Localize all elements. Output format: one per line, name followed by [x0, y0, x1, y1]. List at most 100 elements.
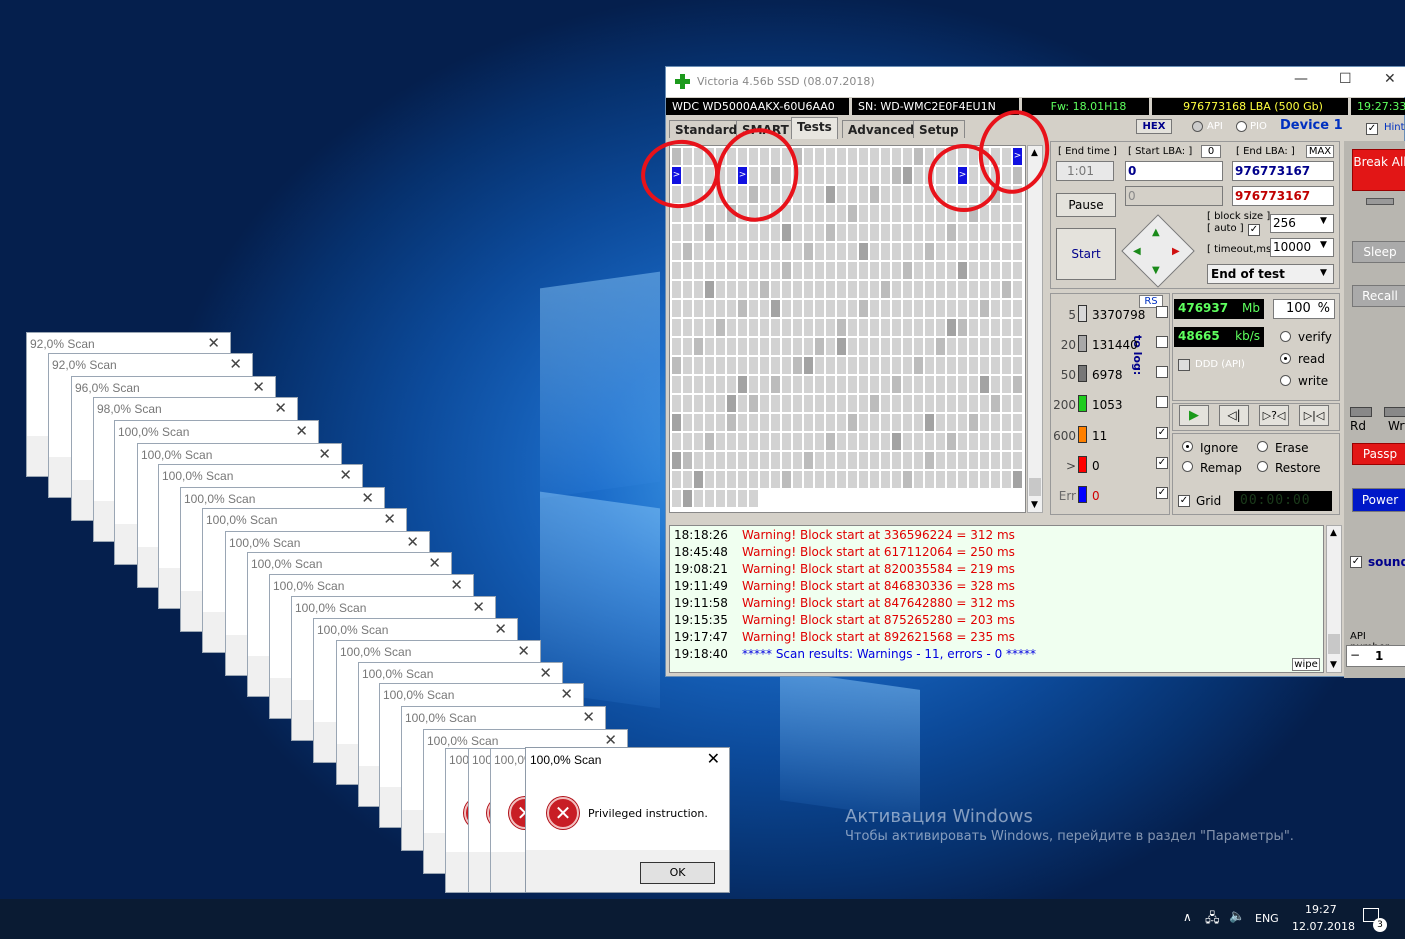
erase-radio[interactable] [1257, 441, 1268, 452]
tab-advanced[interactable]: Advanced [842, 120, 921, 138]
close-icon[interactable]: ✕ [428, 554, 441, 572]
scroll-thumb[interactable] [1029, 478, 1041, 496]
chevron-down-icon[interactable]: ▼ [1320, 216, 1327, 226]
stat-log-checkbox[interactable] [1156, 366, 1168, 378]
end-time-field[interactable]: 1:01 [1056, 161, 1114, 181]
close-icon[interactable]: ✕ [582, 708, 595, 726]
auto-checkbox[interactable]: ✓ [1248, 224, 1260, 236]
passp-button[interactable]: Passp [1352, 443, 1405, 465]
stat-log-checkbox[interactable] [1156, 396, 1168, 408]
tab-tests[interactable]: Tests [791, 117, 838, 139]
api-radio[interactable] [1192, 121, 1203, 132]
sleep-button[interactable]: Sleep [1352, 241, 1405, 263]
power-button[interactable]: Power [1352, 488, 1405, 512]
chevron-up-icon[interactable]: ∧ [1183, 910, 1192, 924]
end-button[interactable]: ▷|◁ [1299, 405, 1329, 426]
log-message: ***** Scan results: Warnings - 11, error… [742, 647, 1037, 661]
recall-button[interactable]: Recall [1352, 285, 1405, 307]
close-icon[interactable]: ✕ [707, 749, 720, 768]
wipe-button[interactable]: wipe [1292, 658, 1320, 671]
rewind-button[interactable]: ◁| [1219, 405, 1249, 426]
chevron-down-icon[interactable]: ▼ [1320, 240, 1327, 250]
verify-radio[interactable] [1280, 331, 1291, 342]
stat-log-checkbox[interactable]: ✓ [1156, 427, 1168, 439]
scan-window-title: 100,0% Scan [317, 623, 389, 637]
close-icon[interactable]: ✕ [295, 422, 308, 440]
end-action-select[interactable]: End of test [1207, 264, 1334, 284]
play-button[interactable]: ▶ [1179, 405, 1209, 426]
chevron-down-icon[interactable]: ▼ [1320, 268, 1327, 278]
minus-icon[interactable]: − [1350, 648, 1360, 662]
break-all-button[interactable]: Break All [1352, 149, 1405, 191]
surface-block [760, 319, 769, 336]
close-icon[interactable]: ✕ [494, 620, 507, 638]
restore-radio[interactable] [1257, 461, 1268, 472]
close-icon[interactable]: ✕ [450, 576, 463, 594]
stat-log-checkbox[interactable]: ✓ [1156, 457, 1168, 469]
arrow-down-icon[interactable]: ▼ [1152, 265, 1160, 276]
ddd-checkbox[interactable] [1178, 359, 1190, 371]
close-icon[interactable]: ✕ [252, 378, 265, 396]
write-radio[interactable] [1280, 375, 1291, 386]
arrow-left-icon[interactable]: ◀ [1133, 246, 1141, 257]
close-icon[interactable]: ✕ [318, 445, 331, 463]
ignore-radio[interactable] [1182, 441, 1193, 452]
clock-date[interactable]: 12.07.2018 [1292, 920, 1355, 933]
volume-icon[interactable]: 🔈 [1229, 909, 1245, 924]
close-icon[interactable]: ✕ [383, 510, 396, 528]
start-lba-zero-button[interactable]: 0 [1201, 145, 1221, 158]
close-icon[interactable]: ✕ [274, 399, 287, 417]
sound-checkbox[interactable]: ✓ [1350, 556, 1362, 568]
minimize-button[interactable]: — [1294, 71, 1308, 87]
close-icon[interactable]: ✕ [560, 685, 573, 703]
surface-block [826, 186, 835, 203]
stat-log-checkbox[interactable] [1156, 306, 1168, 318]
log-scrollbar[interactable]: ▲ ▼ [1326, 525, 1342, 673]
start-button[interactable]: Start [1056, 228, 1116, 280]
start-lba-field[interactable]: 0 [1125, 161, 1223, 181]
surface-block [936, 281, 945, 298]
surface-block [716, 357, 725, 374]
break-indicator [1366, 198, 1394, 205]
max-button[interactable]: MAX [1306, 145, 1334, 158]
api-number-field[interactable]: − 1 [1346, 645, 1405, 667]
pause-button[interactable]: Pause [1056, 193, 1116, 217]
surface-block [870, 357, 879, 374]
scroll-thumb[interactable] [1328, 634, 1340, 654]
surface-block [903, 186, 912, 203]
close-icon[interactable]: ✕ [539, 664, 552, 682]
close-icon[interactable]: ✕ [361, 489, 374, 507]
read-radio[interactable] [1280, 353, 1291, 364]
arrow-right-icon[interactable]: ▶ [1172, 246, 1180, 257]
stat-log-checkbox[interactable]: ✓ [1156, 487, 1168, 499]
close-icon[interactable]: ✕ [207, 334, 220, 352]
maximize-button[interactable]: ☐ [1339, 71, 1352, 87]
arrow-up-icon[interactable]: ▲ [1152, 227, 1160, 238]
hints-checkbox[interactable]: ✓ [1366, 123, 1378, 135]
close-icon[interactable]: ✕ [517, 642, 530, 660]
close-button[interactable]: ✕ [1384, 71, 1396, 87]
close-icon[interactable]: ✕ [472, 598, 485, 616]
close-icon[interactable]: ✕ [229, 355, 242, 373]
tab-standard[interactable]: Standard [669, 120, 744, 138]
close-icon[interactable]: ✕ [406, 533, 419, 551]
error-dialog[interactable]: 100,0% Scan ✕ ✕ Privileged instruction. … [525, 747, 730, 893]
tab-setup[interactable]: Setup [913, 120, 965, 138]
scroll-down-icon[interactable]: ▼ [1330, 660, 1337, 670]
ok-button[interactable]: OK [640, 862, 715, 884]
clock-time[interactable]: 19:27 [1305, 903, 1337, 916]
device-label[interactable]: Device 1 [1280, 118, 1343, 133]
pio-radio[interactable] [1236, 121, 1247, 132]
grid-checkbox[interactable]: ✓ [1178, 495, 1190, 507]
scroll-up-icon[interactable]: ▲ [1330, 528, 1337, 538]
network-icon[interactable]: 🖧 [1205, 909, 1220, 931]
close-icon[interactable]: ✕ [339, 466, 352, 484]
seek-button[interactable]: ▷?◁ [1259, 405, 1289, 426]
hex-button[interactable]: HEX [1136, 119, 1172, 134]
stat-log-checkbox[interactable] [1156, 336, 1168, 348]
language-indicator[interactable]: ENG [1255, 912, 1279, 925]
end-lba-field[interactable]: 976773167 [1232, 161, 1334, 181]
scroll-down-icon[interactable]: ▼ [1031, 500, 1038, 510]
remap-radio[interactable] [1182, 461, 1193, 472]
grid-scrollbar[interactable]: ▲ ▼ [1027, 145, 1043, 513]
